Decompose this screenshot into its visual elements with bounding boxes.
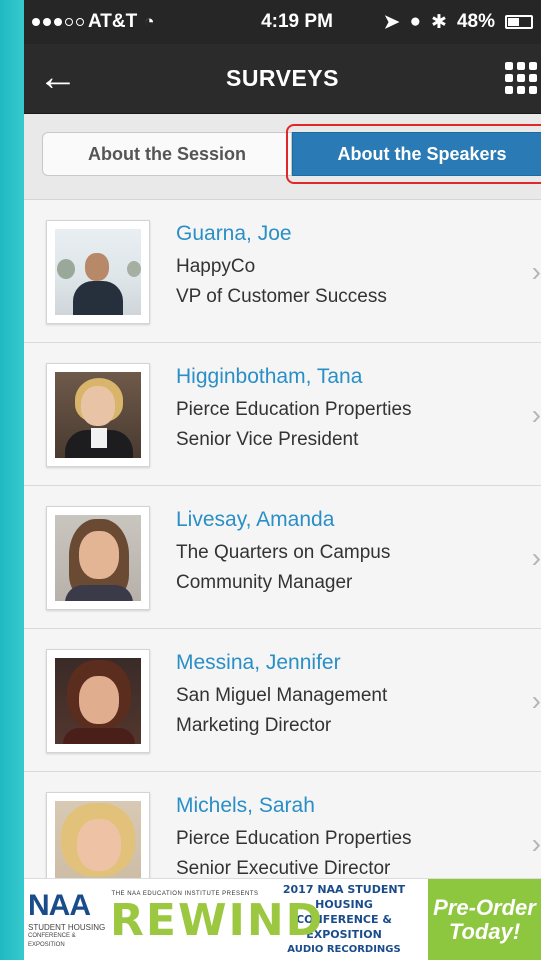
selection-highlight	[286, 124, 541, 184]
naa-logo-sub: CONFERENCE & EXPOSITION	[28, 933, 76, 948]
segmented-control: About the Session About the Speakers	[24, 114, 541, 200]
speaker-name[interactable]: Guarna, Joe	[176, 222, 387, 246]
avatar	[46, 220, 150, 324]
wifi-icon: ◔	[144, 12, 155, 31]
naa-logo-text: NAA	[28, 889, 91, 922]
back-arrow-icon[interactable]: ←	[38, 54, 78, 100]
status-right: ➤ ● ✱ 48%	[372, 11, 533, 34]
tab-about-session[interactable]: About the Session	[42, 132, 292, 176]
speaker-info: Messina, Jennifer San Miguel Management …	[176, 651, 387, 741]
speaker-title: Senior Vice President	[176, 429, 359, 450]
speaker-company: Pierce Education Properties	[176, 399, 412, 420]
nav-bar: ← SURVEYS	[24, 44, 541, 114]
speaker-name[interactable]: Michels, Sarah	[176, 794, 412, 818]
status-time: 4:19 PM	[261, 11, 333, 32]
page-title: SURVEYS	[225, 65, 339, 91]
status-bar: AT&T ◔ 4:19 PM ➤ ● ✱ 48%	[24, 0, 541, 44]
ad-banner[interactable]: NAA STUDENT HOUSING CONFERENCE & EXPOSIT…	[24, 878, 541, 960]
speaker-info: Livesay, Amanda The Quarters on Campus C…	[176, 508, 390, 598]
battery-percent: 48%	[456, 11, 495, 32]
bluetooth-icon: ✱	[431, 11, 447, 33]
avatar	[46, 649, 150, 753]
speaker-info: Higginbotham, Tana Pierce Education Prop…	[176, 365, 412, 455]
speaker-row[interactable]: Higginbotham, Tana Pierce Education Prop…	[24, 343, 541, 486]
chevron-right-icon: ›	[531, 542, 541, 573]
speaker-name[interactable]: Messina, Jennifer	[176, 651, 387, 675]
speaker-name[interactable]: Higginbotham, Tana	[176, 365, 412, 389]
naa-logo-sub: STUDENT HOUSING	[28, 923, 106, 932]
speaker-row[interactable]: Messina, Jennifer San Miguel Management …	[24, 629, 541, 772]
chevron-right-icon: ›	[531, 828, 541, 859]
speaker-company: HappyCo	[176, 256, 256, 277]
speaker-info: Michels, Sarah Pierce Education Properti…	[176, 794, 412, 884]
battery-icon	[505, 15, 533, 29]
chevron-right-icon: ›	[531, 399, 541, 430]
status-left: AT&T ◔	[32, 11, 222, 33]
avatar	[46, 363, 150, 467]
avatar	[46, 506, 150, 610]
signal-icon	[32, 18, 84, 26]
carrier-label: AT&T	[88, 11, 138, 32]
speaker-name[interactable]: Livesay, Amanda	[176, 508, 390, 532]
chevron-right-icon: ›	[531, 256, 541, 287]
rewind-logo: THE NAA EDUCATION INSTITUTE PRESENTS REW…	[110, 879, 325, 960]
speaker-company: San Miguel Management	[176, 685, 388, 706]
speaker-info: Guarna, Joe HappyCo VP of Customer Succe…	[176, 222, 387, 312]
speaker-title: Community Manager	[176, 572, 353, 593]
location-icon: ➤	[383, 11, 400, 33]
grid-menu-icon[interactable]	[505, 62, 537, 94]
preorder-line: Pre-Order	[433, 894, 536, 920]
speaker-company: The Quarters on Campus	[176, 542, 391, 563]
chevron-right-icon: ›	[531, 685, 541, 716]
phone-screen: AT&T ◔ 4:19 PM ➤ ● ✱ 48% ← SURVEYS About…	[24, 0, 541, 960]
speaker-row[interactable]: Livesay, Amanda The Quarters on Campus C…	[24, 486, 541, 629]
speaker-list: Guarna, Joe HappyCo VP of Customer Succe…	[24, 200, 541, 915]
preorder-line: Today!	[448, 918, 521, 944]
speaker-title: Marketing Director	[176, 715, 332, 736]
alarm-icon: ●	[409, 11, 422, 32]
preorder-button[interactable]: Pre-Order Today!	[428, 879, 541, 960]
speaker-row[interactable]: Guarna, Joe HappyCo VP of Customer Succe…	[24, 200, 541, 343]
naa-logo: NAA STUDENT HOUSING CONFERENCE & EXPOSIT…	[24, 879, 110, 960]
speaker-company: Pierce Education Properties	[176, 828, 412, 849]
speaker-title: VP of Customer Success	[176, 286, 387, 307]
rewind-word: REWIND	[110, 895, 325, 946]
